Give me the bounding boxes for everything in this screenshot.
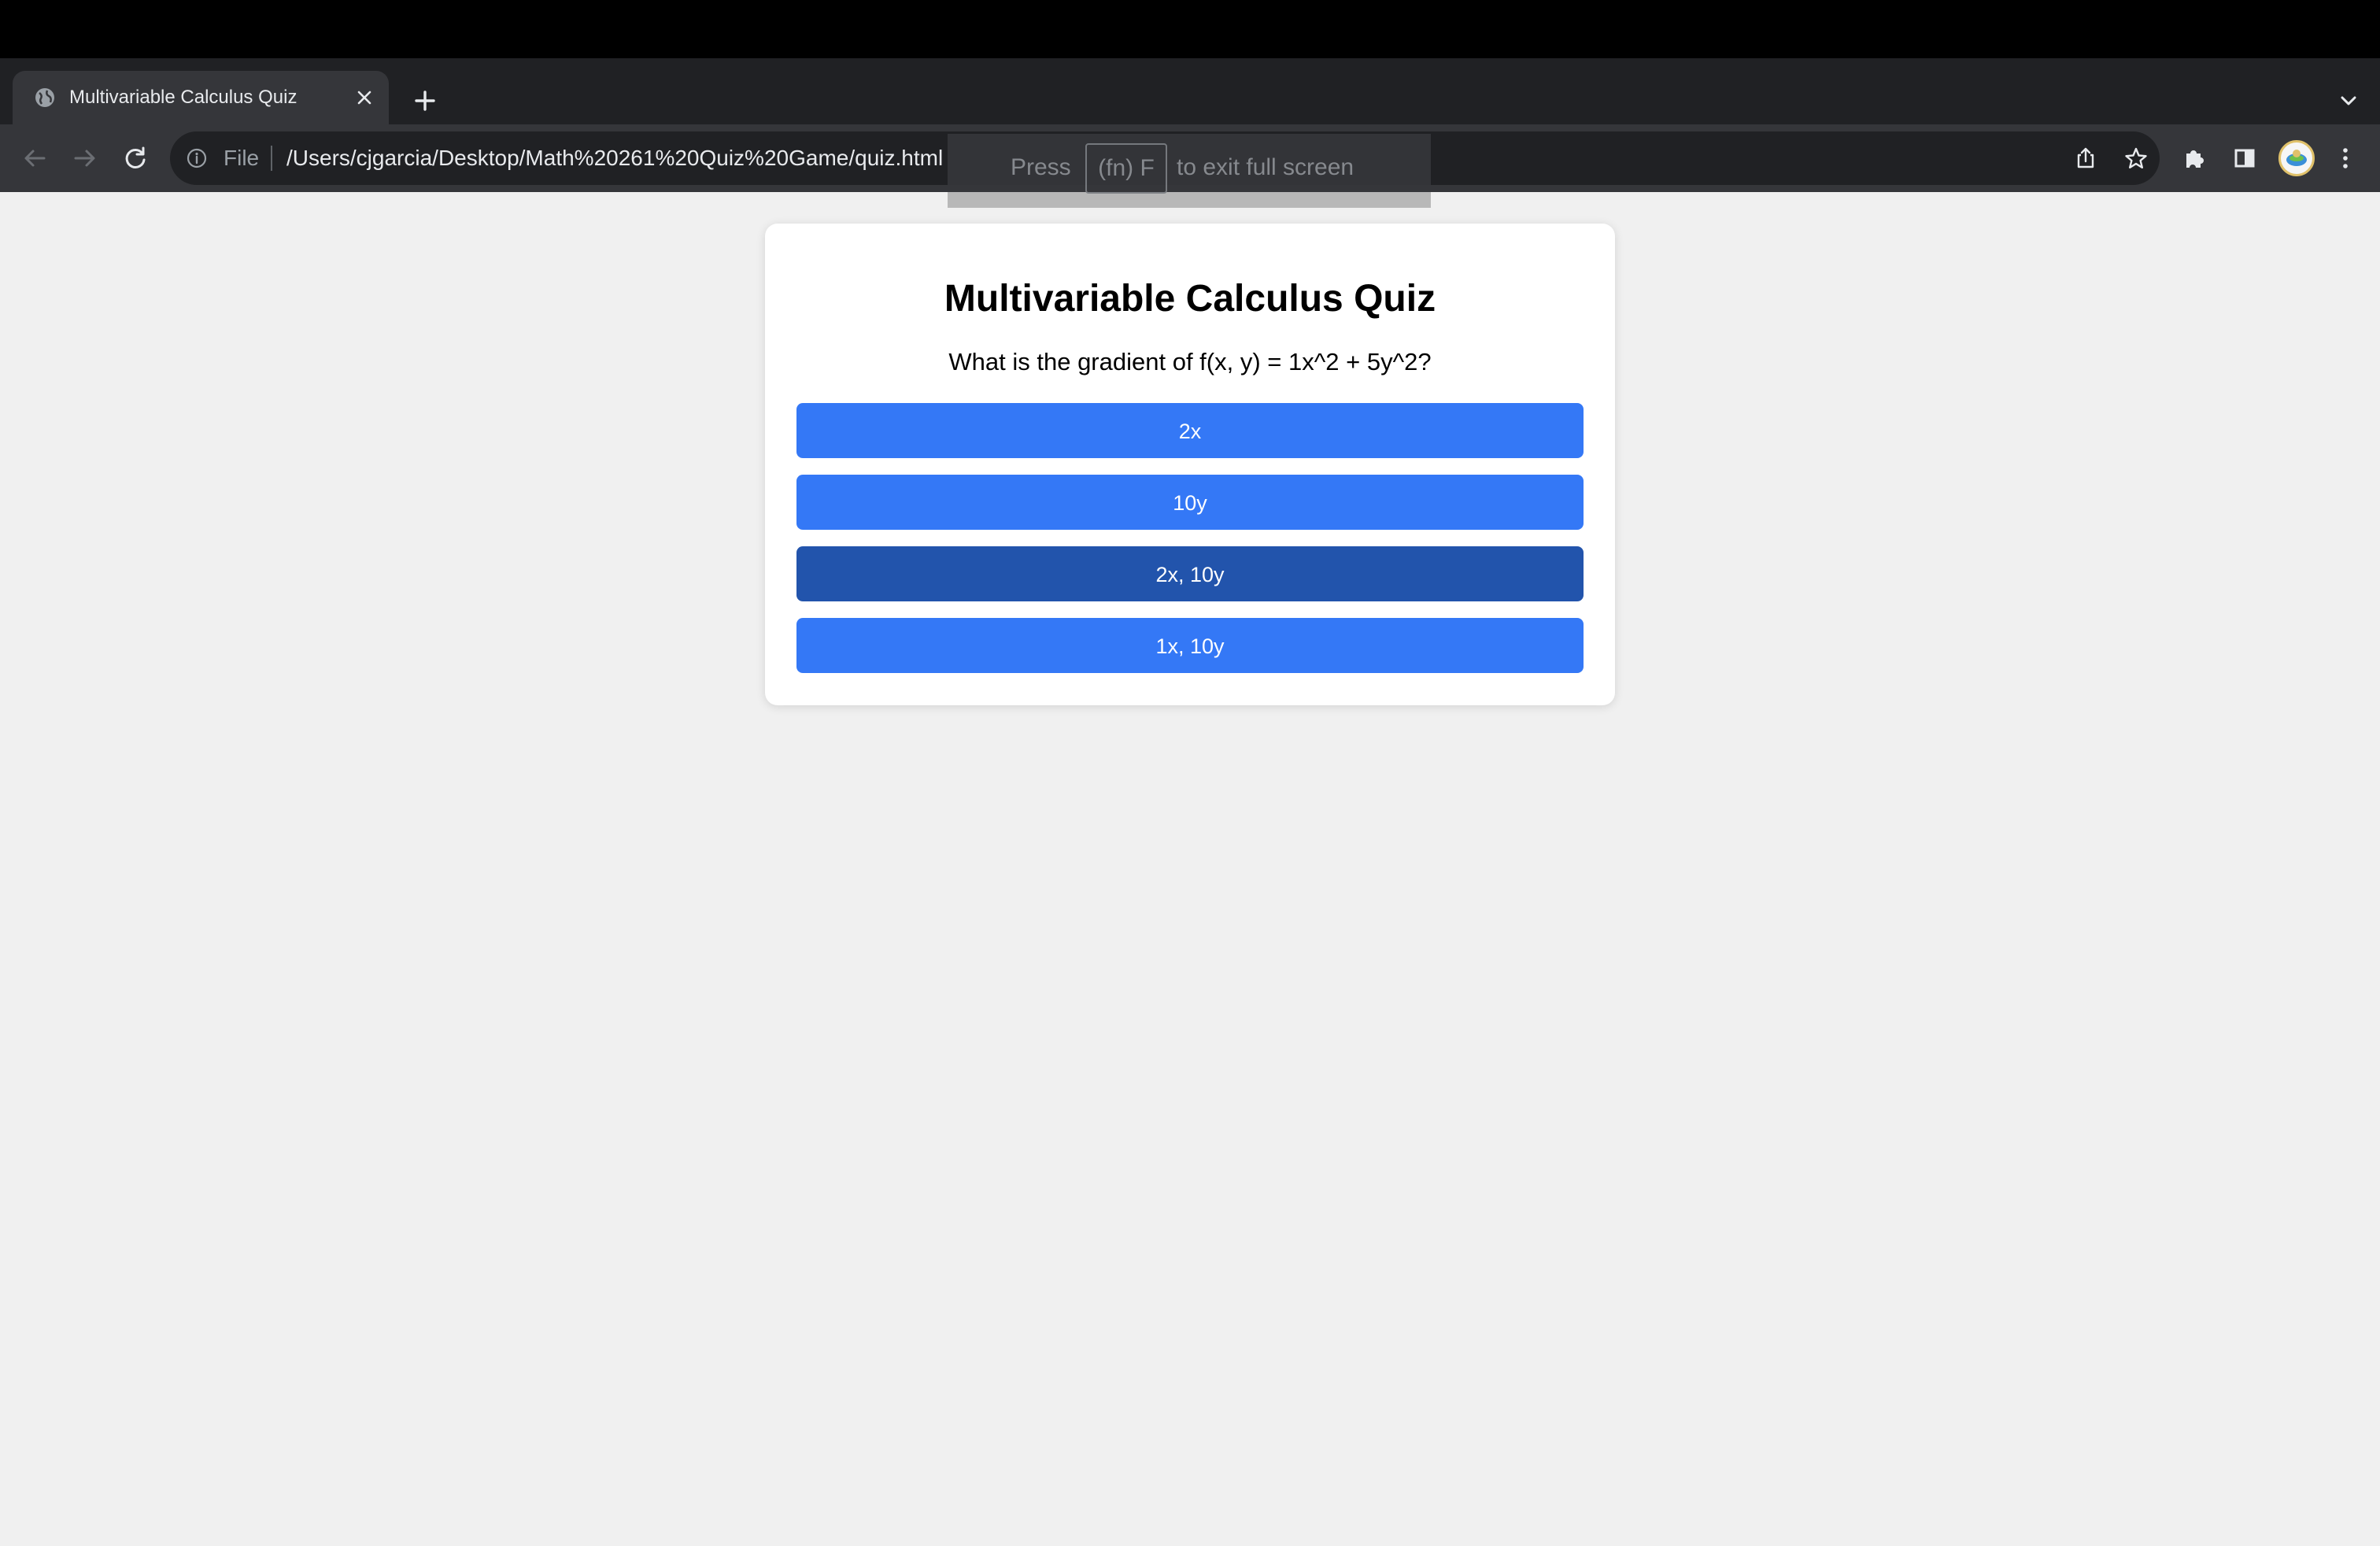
quiz-title: Multivariable Calculus Quiz <box>944 278 1436 320</box>
url-text[interactable]: /Users/cjgarcia/Desktop/Math%20261%20Qui… <box>286 131 943 185</box>
side-panel-icon[interactable] <box>2226 139 2264 177</box>
avatar[interactable] <box>2278 140 2315 176</box>
quiz-question: What is the gradient of f(x, y) = 1x^2 +… <box>948 348 1432 375</box>
share-icon[interactable] <box>2067 139 2105 177</box>
fullscreen-notice-body: Press (fn) F to exit full screen <box>948 134 1431 194</box>
answer-button-1[interactable]: 2x <box>796 403 1584 458</box>
kebab-menu-icon[interactable] <box>2326 139 2364 177</box>
fullscreen-notice-key: (fn) F <box>1085 143 1167 194</box>
answer-button-2[interactable]: 10y <box>796 475 1584 530</box>
answer-button-3[interactable]: 2x, 10y <box>796 546 1584 601</box>
url-scheme-label: File <box>224 146 260 170</box>
arrow-left-icon[interactable] <box>16 139 54 177</box>
fullscreen-notice: Press (fn) F to exit full screen <box>948 134 1431 208</box>
tab-title: Multivariable Calculus Quiz <box>69 87 298 108</box>
plus-icon[interactable] <box>406 82 444 120</box>
close-icon[interactable] <box>353 86 376 109</box>
top-black-bar <box>0 0 2380 58</box>
tab-strip: Multivariable Calculus Quiz <box>0 58 2380 124</box>
fullscreen-notice-prefix: Press <box>1011 154 1071 180</box>
info-icon[interactable] <box>186 147 208 169</box>
reload-icon[interactable] <box>116 139 154 177</box>
globe-icon <box>33 86 57 109</box>
puzzle-icon[interactable] <box>2175 139 2213 177</box>
quiz-card: Multivariable Calculus Quiz What is the … <box>765 224 1615 705</box>
chevron-down-icon[interactable] <box>2330 82 2367 120</box>
star-icon[interactable] <box>2117 139 2155 177</box>
arrow-right-icon[interactable] <box>66 139 104 177</box>
fullscreen-notice-suffix: to exit full screen <box>1177 154 1354 180</box>
answer-button-4[interactable]: 1x, 10y <box>796 618 1584 673</box>
tab-quiz[interactable]: Multivariable Calculus Quiz <box>13 71 389 124</box>
url-separator <box>271 146 272 171</box>
